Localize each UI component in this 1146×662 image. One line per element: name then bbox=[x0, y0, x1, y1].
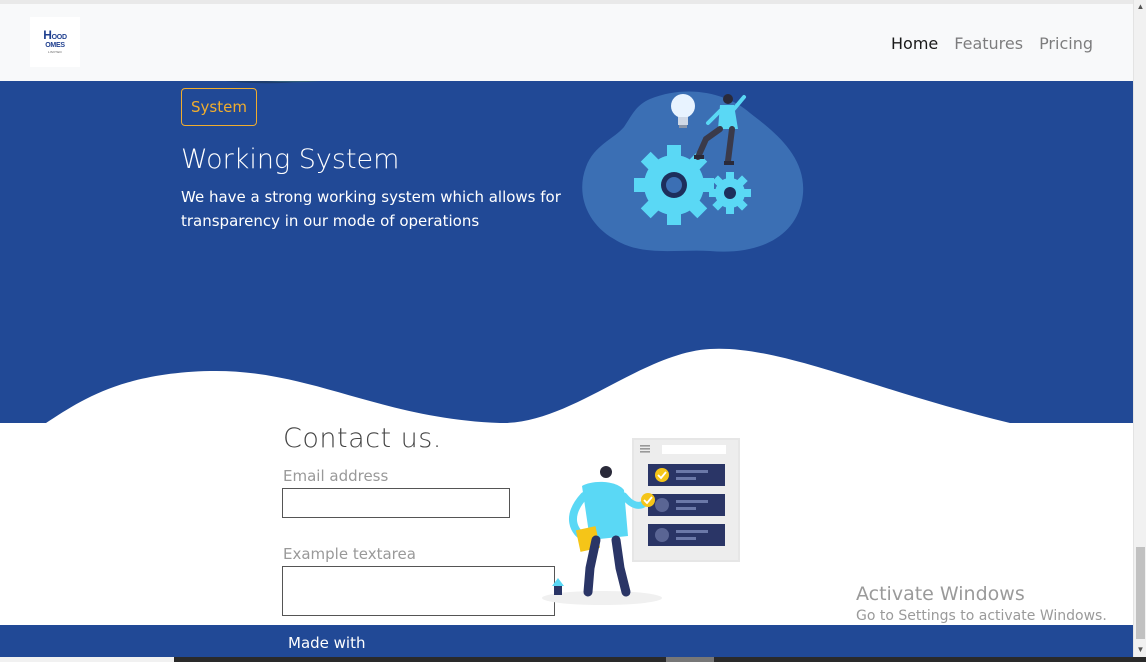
scroll-down-icon[interactable]: ▼ bbox=[1134, 643, 1146, 657]
nav-link-home[interactable]: Home bbox=[891, 34, 938, 53]
scroll-thumb[interactable] bbox=[1136, 547, 1145, 639]
email-label: Email address bbox=[283, 467, 389, 485]
activate-windows-title: Activate Windows bbox=[856, 583, 1025, 605]
logo-line1: HOOD bbox=[43, 27, 67, 42]
hero-title: Working System bbox=[181, 144, 400, 175]
textarea-label: Example textarea bbox=[283, 545, 416, 563]
taskbar-segment bbox=[0, 657, 174, 662]
logo-line2: OMES bbox=[45, 41, 65, 49]
page: HOOD OMES LIMITED Home Features Pricing … bbox=[0, 0, 1146, 662]
logo-sub: LIMITED bbox=[48, 49, 62, 54]
footer-text: Made with bbox=[288, 634, 366, 652]
hero-text: We have a strong working system which al… bbox=[181, 188, 561, 230]
example-textarea[interactable] bbox=[282, 566, 555, 616]
contact-title: Contact us. bbox=[283, 423, 442, 454]
system-button[interactable]: System bbox=[181, 88, 257, 126]
taskbar-segment-2 bbox=[666, 657, 714, 662]
hero-wave bbox=[0, 348, 1133, 423]
checklist-illustration bbox=[542, 438, 740, 605]
nav-links: Home Features Pricing bbox=[891, 34, 1093, 53]
hero-section: System Working System We have a strong w… bbox=[0, 81, 1133, 423]
nav-link-pricing[interactable]: Pricing bbox=[1039, 34, 1093, 53]
footer: Made with bbox=[0, 625, 1133, 657]
scroll-up-icon[interactable]: ▲ bbox=[1134, 0, 1146, 14]
gears-illustration bbox=[582, 91, 804, 252]
navbar: HOOD OMES LIMITED Home Features Pricing bbox=[0, 0, 1133, 81]
activate-windows-subtitle: Go to Settings to activate Windows. bbox=[856, 608, 1107, 624]
taskbar-strip bbox=[0, 657, 1146, 662]
email-input[interactable] bbox=[282, 488, 510, 518]
page-scrollbar[interactable]: ▲ ▼ bbox=[1133, 0, 1146, 657]
brand-logo[interactable]: HOOD OMES LIMITED bbox=[30, 17, 80, 67]
nav-link-features[interactable]: Features bbox=[954, 34, 1023, 53]
hero-decoration bbox=[225, 81, 321, 84]
